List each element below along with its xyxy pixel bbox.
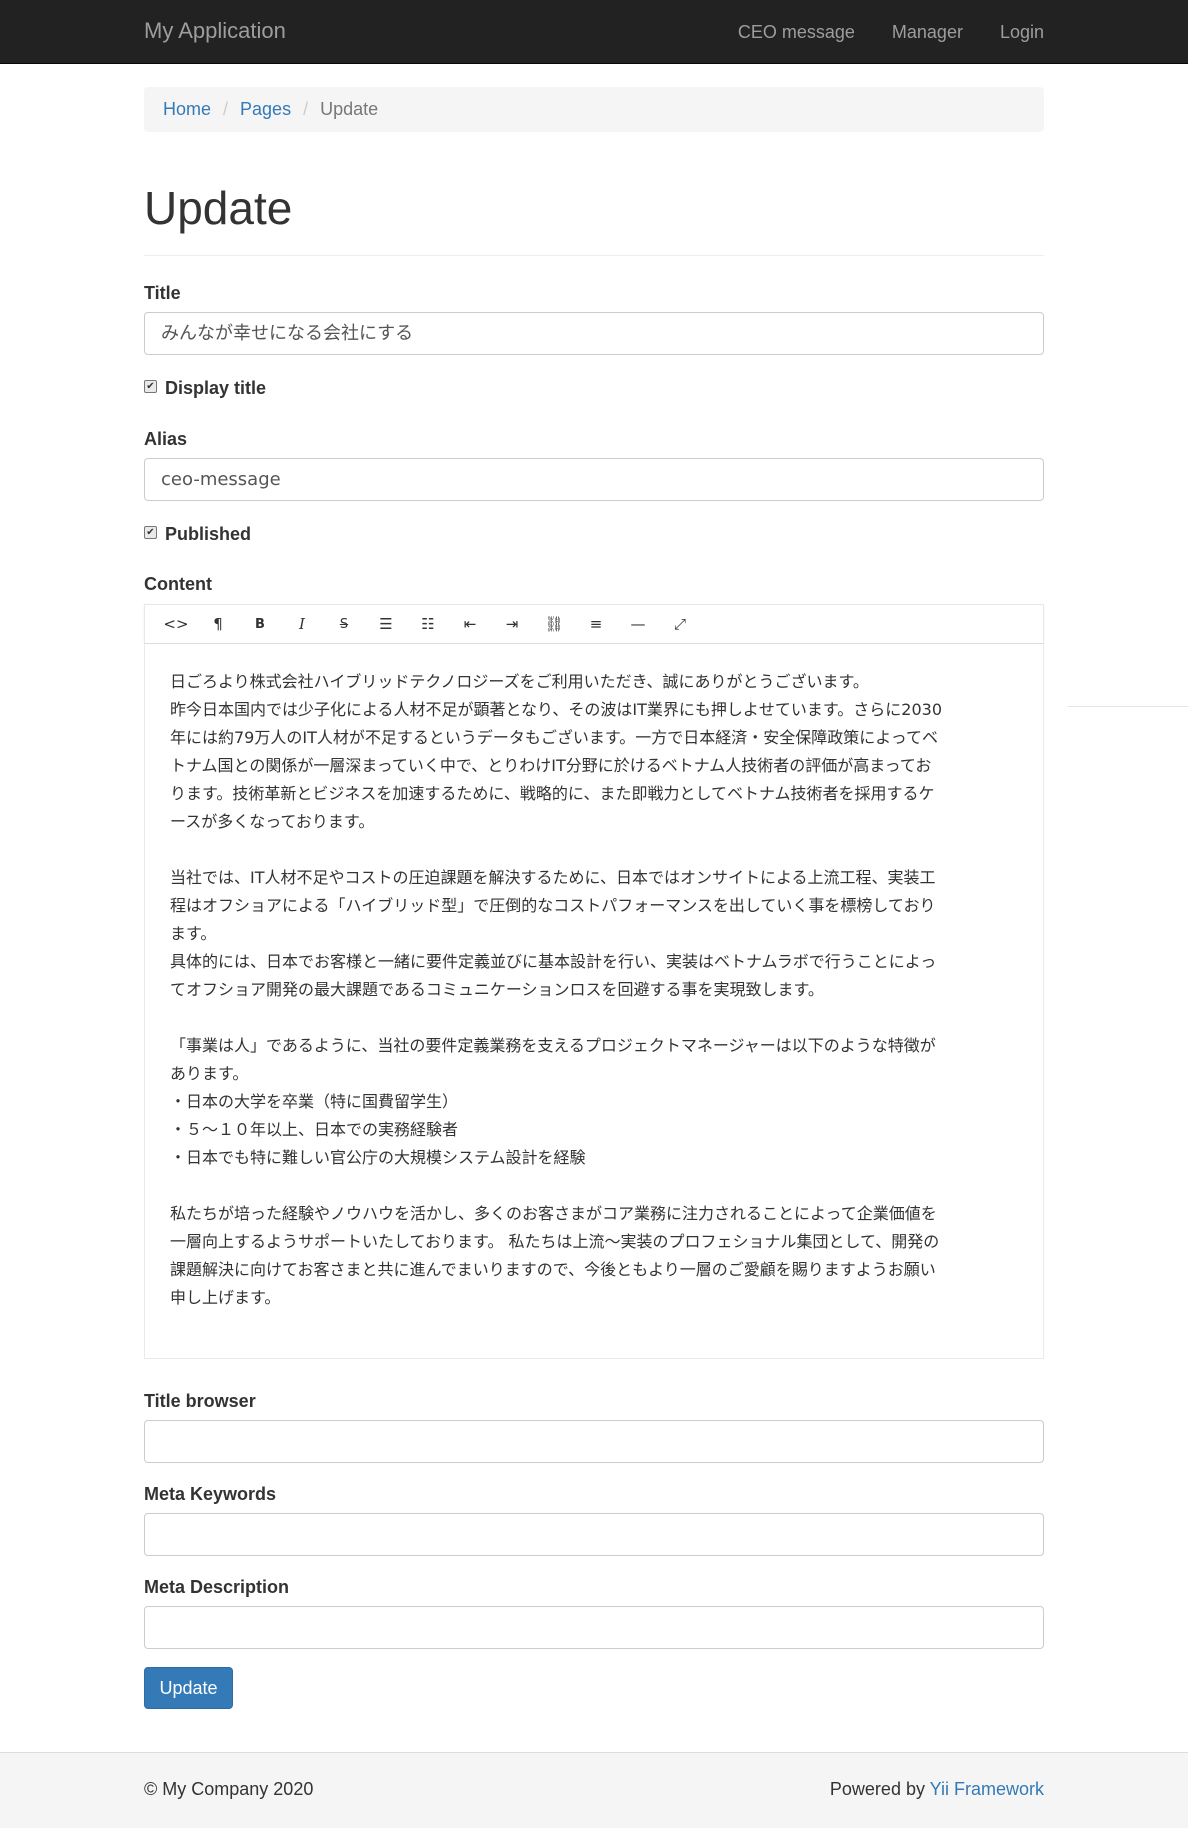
indent-icon[interactable]: ⇥ — [491, 607, 533, 641]
ordered-list-icon[interactable]: ☷ — [407, 607, 449, 641]
horizontal-rule-icon[interactable]: — — [617, 607, 659, 641]
nav-link-manager[interactable]: Manager — [892, 20, 963, 44]
content-paragraph: 「事業は人」であるように、当社の要件定義業務を支えるプロジェクトマネージャーは以… — [170, 1032, 1018, 1172]
outdent-icon[interactable]: ⇤ — [449, 607, 491, 641]
editor-toolbar: <> ¶ B I S ☰ ☷ ⇤ ⇥ ⛓ ≡ — ⤢ — [144, 604, 1044, 644]
link-icon[interactable]: ⛓ — [533, 607, 575, 641]
italic-icon[interactable]: I — [281, 607, 323, 641]
yii-framework-link[interactable]: Yii Framework — [930, 1779, 1044, 1799]
content-line: 申し上げます。 — [170, 1288, 281, 1307]
update-button[interactable]: Update — [144, 1667, 233, 1709]
content-paragraph: 私たちが培った経験やノウハウを活かし、多くのお客さまがコア業務に注力されることに… — [170, 1200, 1018, 1312]
title-browser-label: Title browser — [144, 1391, 256, 1411]
meta-description-input[interactable] — [144, 1606, 1044, 1649]
display-title-checkbox-row: ✔ Display title — [144, 377, 266, 399]
content-line: 私たちが培った経験やノウハウを活かし、多くのお客さまがコア業務に注力されることに… — [170, 1204, 937, 1223]
alias-input[interactable]: ceo-message — [144, 458, 1044, 501]
breadcrumb-separator: / — [223, 99, 229, 119]
content-line: 課題解決に向けてお客さまと共に進んでまいりますので、今後ともより一層のご愛顧を賜… — [170, 1260, 936, 1279]
footer-copyright: © My Company 2020 — [144, 1779, 314, 1799]
title-browser-input[interactable] — [144, 1420, 1044, 1463]
navbar: My Application CEO message Manager Login — [0, 0, 1188, 64]
content-line: ースが多くなっております。 — [170, 812, 375, 831]
paragraph-icon[interactable]: ¶ — [197, 607, 239, 641]
content-editor[interactable]: 日ごろより株式会社ハイブリッドテクノロジーズをご利用いただき、誠にありがとうござ… — [144, 644, 1044, 1359]
strikethrough-icon[interactable]: S — [323, 607, 365, 641]
content-line: ます。 — [170, 924, 217, 943]
nav-menu: CEO message Manager Login — [701, 0, 1044, 63]
content-line: 具体的には、日本でお客様と一緒に要件定義並びに基本設計を行い、実装はベトナムラボ… — [170, 952, 937, 971]
nav-link-ceo-message[interactable]: CEO message — [738, 20, 855, 44]
content-line: ・５～１０年以上、日本での実務経験者 — [170, 1120, 459, 1139]
bold-icon[interactable]: B — [239, 607, 281, 641]
content-paragraph: 当社では、IT人材不足やコストの圧迫課題を解決するために、日本ではオンサイトによ… — [170, 864, 1018, 1004]
footer-powered-prefix: Powered by — [829, 1779, 930, 1799]
divider — [144, 255, 1044, 256]
nav-link-login[interactable]: Login — [1000, 20, 1044, 44]
brand-link[interactable]: My Application — [144, 18, 286, 44]
published-checkbox[interactable]: ✔ — [144, 525, 157, 539]
editor-resize-guide — [1068, 706, 1188, 707]
meta-description-label: Meta Description — [144, 1577, 290, 1597]
unordered-list-icon[interactable]: ☰ — [365, 607, 407, 641]
content-line: 程はオフショアによる「ハイブリッド型」で圧倒的なコストパフォーマンスを出していく… — [170, 896, 936, 915]
content-line: 当社では、IT人材不足やコストの圧迫課題を解決するために、日本ではオンサイトによ… — [170, 868, 936, 887]
meta-keywords-label: Meta Keywords — [144, 1484, 277, 1504]
published-checkbox-row: ✔ Published — [144, 523, 251, 545]
content-line: ります。技術革新とビジネスを加速するために、戦略的に、また即戦力としてベトナム技… — [170, 784, 935, 803]
breadcrumb-pages[interactable]: Pages — [240, 99, 291, 120]
content-line: てオフショア開発の最大課題であるコミュニケーションロスを回避する事を実現致します… — [170, 980, 824, 999]
breadcrumb-home[interactable]: Home — [163, 99, 211, 120]
footer-powered-by: Powered by Yii Framework — [830, 1779, 1044, 1800]
content-line: ・日本の大学を卒業（特に国費留学生） — [170, 1092, 459, 1111]
display-title-checkbox[interactable]: ✔ — [144, 379, 157, 393]
content-line: 「事業は人」であるように、当社の要件定義業務を支えるプロジェクトマネージャーは以… — [170, 1036, 936, 1055]
fullscreen-icon[interactable]: ⤢ — [659, 607, 701, 641]
breadcrumb: Home / Pages / Update — [144, 87, 1044, 132]
alias-label: Alias — [144, 429, 188, 449]
code-view-icon[interactable]: <> — [155, 607, 197, 641]
content-line: 年には約79万人のIT人材が不足するというデータもございます。一方で日本経済・安… — [170, 728, 938, 747]
content-line: あります。 — [170, 1064, 249, 1083]
content-label: Content — [144, 574, 212, 594]
meta-keywords-input[interactable] — [144, 1513, 1044, 1556]
breadcrumb-separator: / — [303, 99, 309, 119]
content-line: 日ごろより株式会社ハイブリッドテクノロジーズをご利用いただき、誠にありがとうござ… — [170, 672, 869, 691]
content-line: 一層向上するようサポートいたしております。 私たちは上流～実装のプロフェショナル… — [170, 1232, 940, 1251]
content-line: ・日本でも特に難しい官公庁の大規模システム設計を経験 — [170, 1148, 586, 1167]
content-paragraph: 日ごろより株式会社ハイブリッドテクノロジーズをご利用いただき、誠にありがとうござ… — [170, 668, 1018, 836]
footer: © My Company 2020 Powered by Yii Framewo… — [0, 1752, 1188, 1828]
content-line: 昨今日本国内では少子化による人材不足が顕著となり、その波はIT業界にも押しよせて… — [170, 700, 943, 719]
page-title: Update — [144, 182, 293, 234]
content-line: トナム国との関係が一層深まっていく中で、とりわけIT分野に於けるベトナム人技術者… — [170, 756, 932, 775]
title-input[interactable]: みんなが幸せになる会社にする — [144, 312, 1044, 355]
breadcrumb-current: Update — [320, 99, 379, 119]
published-label: Published — [165, 524, 252, 544]
align-icon[interactable]: ≡ — [575, 607, 617, 641]
display-title-label: Display title — [165, 378, 267, 398]
title-label: Title — [144, 283, 181, 303]
